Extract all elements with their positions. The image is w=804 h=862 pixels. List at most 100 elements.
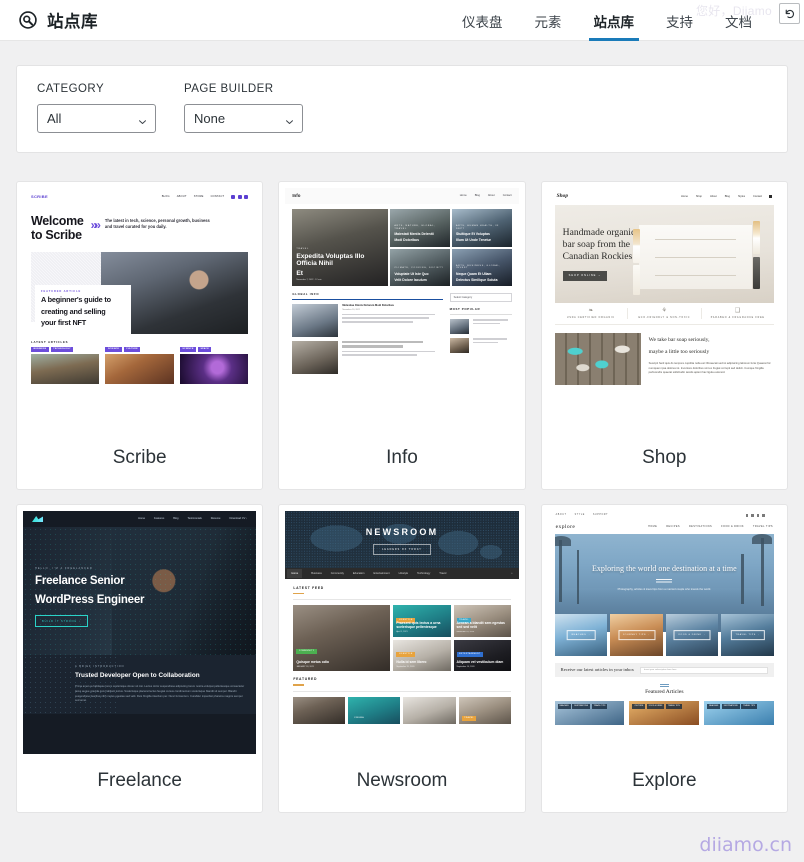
double-chevron-icon: »»	[90, 218, 102, 232]
preview-nav-item: TRAVEL TIPS	[752, 525, 773, 529]
preview-tile: ARTS, NATURE, GLOBAL, TRAVEL Maiestati M…	[390, 209, 450, 247]
preview-post-image	[292, 303, 339, 337]
preview-post: LIFESTYLE Praesent quis lectus a urna sc…	[393, 605, 451, 637]
template-card-scribe[interactable]: SCRIBE BLOG ABOUT STORE CONTACT Welcome …	[16, 181, 264, 490]
preview-pill: TRAVEL	[461, 715, 477, 721]
preview-logo: Shop	[556, 193, 569, 200]
preview-nav-item: Resume	[210, 517, 221, 521]
template-thumbnail-shop: Shop Home Shop About Blog Styles Contact	[547, 188, 781, 431]
leaf-icon: ❧	[588, 308, 594, 314]
preview-hero-button: BUILD IT STRONG ↓	[35, 615, 88, 628]
template-title: Freelance	[97, 770, 182, 791]
preview-feature-label: PARABEN & FRAGRANCE FREE	[710, 316, 765, 319]
preview-post-title: Aenean a blandit sem egestas sed sed vel…	[456, 620, 505, 630]
preview-nav-item: ABOUT	[555, 514, 567, 517]
preview-nav-item: STYLE	[574, 514, 585, 517]
preview-tag: TRAVEL TIPS	[665, 703, 682, 709]
page-builder-label: PAGE BUILDER	[184, 83, 274, 95]
nav-item-site-library[interactable]: 站点库	[578, 0, 651, 41]
preview-pill: COMMUNITY	[296, 649, 318, 655]
preview-nav-item: HOME	[648, 525, 658, 529]
preview-meta: November 7, 2022 · 12 min	[296, 279, 322, 282]
preview-category-tile: FOOD & DRINK →	[665, 614, 719, 656]
preview-feature-label: USDA CERTIFIED ORGANIC	[566, 316, 615, 319]
preview-nav-item: Lifestyle	[398, 571, 409, 575]
preview-section-title: Trusted Developer Open to Collaboration	[75, 672, 200, 680]
preview-article-image	[179, 354, 249, 385]
preview-nav-item: Community	[330, 571, 344, 575]
chevron-down-icon	[138, 114, 147, 124]
preview-featured-item	[403, 696, 456, 724]
nav-item-elements[interactable]: 元素	[519, 0, 578, 41]
preview-section-body: Prima amet ea habitasse lorem scelerisqu…	[75, 685, 245, 703]
category-select[interactable]: All	[37, 104, 156, 133]
preview-section-title-1: We take bar soap seriously,	[648, 337, 710, 344]
preview-nav-item: Home	[138, 517, 146, 521]
preview-hero-tile: TRAVEL Expedita Voluptas Illo Officia Ni…	[292, 209, 389, 286]
template-thumbnail-scribe: SCRIBE BLOG ABOUT STORE CONTACT Welcome …	[23, 188, 257, 431]
preview-tag: TRAVEL TIPS	[591, 703, 608, 709]
preview-section-label: GLOBAL INFO	[292, 292, 320, 296]
bottle-icon: ❑	[735, 308, 741, 314]
template-title: Scribe	[112, 447, 167, 468]
preview-headline-line2: to Scribe	[31, 227, 82, 242]
preview-title-2: Illum Ut Unde Tenetur	[456, 238, 491, 243]
preview-logo: explore	[555, 523, 576, 530]
preview-nav-item: SUPPORT	[592, 514, 609, 517]
template-card-shop[interactable]: Shop Home Shop About Blog Styles Contact	[540, 181, 788, 490]
preview-tile: ARTS, HUMAN HEALTH, IN DEPT Stultique Et…	[452, 209, 512, 247]
preview-kicker: FEATURED ARTICLE	[41, 290, 82, 294]
page-builder-select[interactable]: None	[184, 104, 303, 133]
preview-hero-title: Exploring the world one destination at a…	[592, 564, 737, 573]
preview-hero-title-2: WordPress Engineer	[35, 593, 145, 606]
nav-item-dashboard[interactable]: 仪表盘	[446, 0, 519, 41]
preview-nav-item: Travel	[439, 571, 447, 575]
preview-category: CLIMATE, COOKING, SOCIETY	[394, 267, 444, 270]
preview-title-1: Stultique Et Voluptas	[456, 232, 490, 237]
brand-title: 站点库	[47, 13, 98, 31]
preview-nav-item: Testimonials	[187, 517, 202, 521]
preview-nav-item: STORE	[193, 194, 204, 198]
nav-item-support[interactable]: 支持	[650, 0, 709, 41]
preview-utility-nav: ABOUT STYLE SUPPORT	[548, 511, 781, 520]
preview-tag: SPACE	[198, 347, 212, 353]
template-thumbnail-freelance: Home Features Blog Testimonials Resume D…	[23, 511, 257, 754]
preview-featured-item: CINEMA	[348, 696, 401, 724]
preview-product-photo	[627, 211, 770, 299]
social-icons	[745, 514, 765, 517]
cart-icon	[768, 195, 772, 198]
preview-feature-label: ECO-FRIENDLY & NON-TOXIC	[638, 316, 691, 319]
template-card-explore[interactable]: ABOUT STYLE SUPPORT explore HOME RECIPES…	[540, 504, 788, 813]
social-icons	[231, 194, 249, 199]
template-card-info[interactable]: Info Home Blog About Contact TRAVEL Expe…	[278, 181, 526, 490]
preview-post-date: November 25, 2020	[456, 631, 475, 634]
preview-featured-title: Featured Articles	[645, 689, 684, 695]
preview-post-date: September 10, 2020	[456, 665, 475, 668]
preview-nav: Home Features Blog Testimonials Resume D…	[138, 517, 247, 520]
preview-nav-item: Contact	[753, 194, 762, 198]
filter-group-category: CATEGORY All	[37, 83, 156, 133]
template-thumbnail-explore: ABOUT STYLE SUPPORT explore HOME RECIPES…	[547, 511, 781, 754]
nav-item-docs[interactable]: 文档	[709, 0, 768, 41]
preview-logo: Info	[292, 193, 301, 199]
preview-section-photo	[554, 333, 641, 386]
preview-nav: Home Shop About Blog Styles Contact	[681, 195, 762, 198]
preview-nav-item: Blog	[474, 194, 480, 198]
preview-nav-item: About	[709, 194, 717, 198]
template-card-freelance[interactable]: Home Features Blog Testimonials Resume D…	[16, 504, 264, 813]
wave-divider-icon	[656, 579, 673, 584]
filter-group-page-builder: PAGE BUILDER None	[184, 83, 303, 133]
preview-tag: SCIENCE	[179, 347, 196, 353]
preview-article: SCIENCE SPACE	[179, 347, 249, 385]
template-card-newsroom[interactable]: NEWSROOM LEADERS OF TODAY Home Business …	[278, 504, 526, 813]
preview-title-1: Voluptate Ut Iste Quo	[394, 271, 429, 276]
preview-hero-sub: Photography, articles & travel tips from…	[617, 588, 712, 591]
template-title: Info	[386, 447, 418, 468]
chevron-down-icon	[285, 114, 294, 124]
preview-tag: SCIENCE	[105, 347, 122, 353]
preview-post: ENTERTAINMENT Aliquam vel vestibulum dia…	[453, 639, 511, 672]
preview-tag: BEACHES	[707, 703, 721, 709]
preview-post-title: Quisque metus odio	[296, 659, 329, 664]
undo-button[interactable]	[779, 3, 800, 24]
preview-tile: ARTS, BUSINESS, GLOBAL, INVEST Neque Qua…	[452, 248, 512, 286]
